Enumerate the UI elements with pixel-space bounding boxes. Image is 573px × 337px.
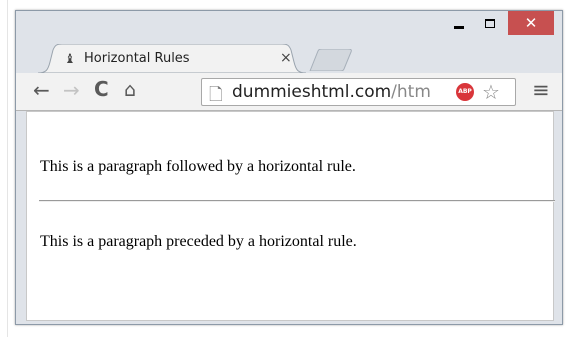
maximize-button[interactable] [475,11,505,36]
page-icon: 🗋 [209,85,223,105]
home-icon[interactable]: ⌂ [124,80,136,100]
favicon-icon: ♝ [64,52,76,67]
close-window-button[interactable]: ✕ [508,11,554,35]
horizontal-rule [39,200,555,202]
bookmark-star-icon[interactable]: ☆ [482,80,500,104]
paragraph-second: This is a paragraph preceded by a horizo… [40,233,357,250]
maximize-icon [485,19,495,28]
tab-close-icon[interactable]: × [280,50,292,66]
adblock-icon[interactable]: ABP [456,83,474,101]
paragraph-first: This is a paragraph followed by a horizo… [40,158,356,175]
close-icon: ✕ [524,14,538,32]
tab-horizontal-rules[interactable]: ♝ Horizontal Rules × [38,44,306,73]
forward-arrow-icon[interactable]: → [63,80,80,100]
url-text[interactable]: dummieshtml.com/htm [232,82,452,102]
new-tab-icon [309,48,352,72]
browser-window: ✕ ♝ Horizontal Rules × ← → C ⌂ 🗋 dummies… [15,10,563,325]
tab-strip: ♝ Horizontal Rules × [16,39,562,73]
page-content: This is a paragraph followed by a horizo… [26,111,555,321]
browser-toolbar: ← → C ⌂ 🗋 dummieshtml.com/htm ABP ☆ ≡ [16,73,562,111]
new-tab-button[interactable] [308,48,354,76]
address-bar[interactable]: 🗋 dummieshtml.com/htm ABP ☆ [201,78,516,106]
tab-title: Horizontal Rules [84,51,190,66]
minimize-icon [454,26,464,29]
minimize-button[interactable] [444,11,474,36]
url-host: dummieshtml.com [232,82,392,102]
reload-icon[interactable]: C [94,79,109,99]
desktop-edge [0,0,8,337]
menu-icon[interactable]: ≡ [532,80,550,101]
url-path: /htm [391,82,431,102]
back-arrow-icon[interactable]: ← [33,80,50,100]
